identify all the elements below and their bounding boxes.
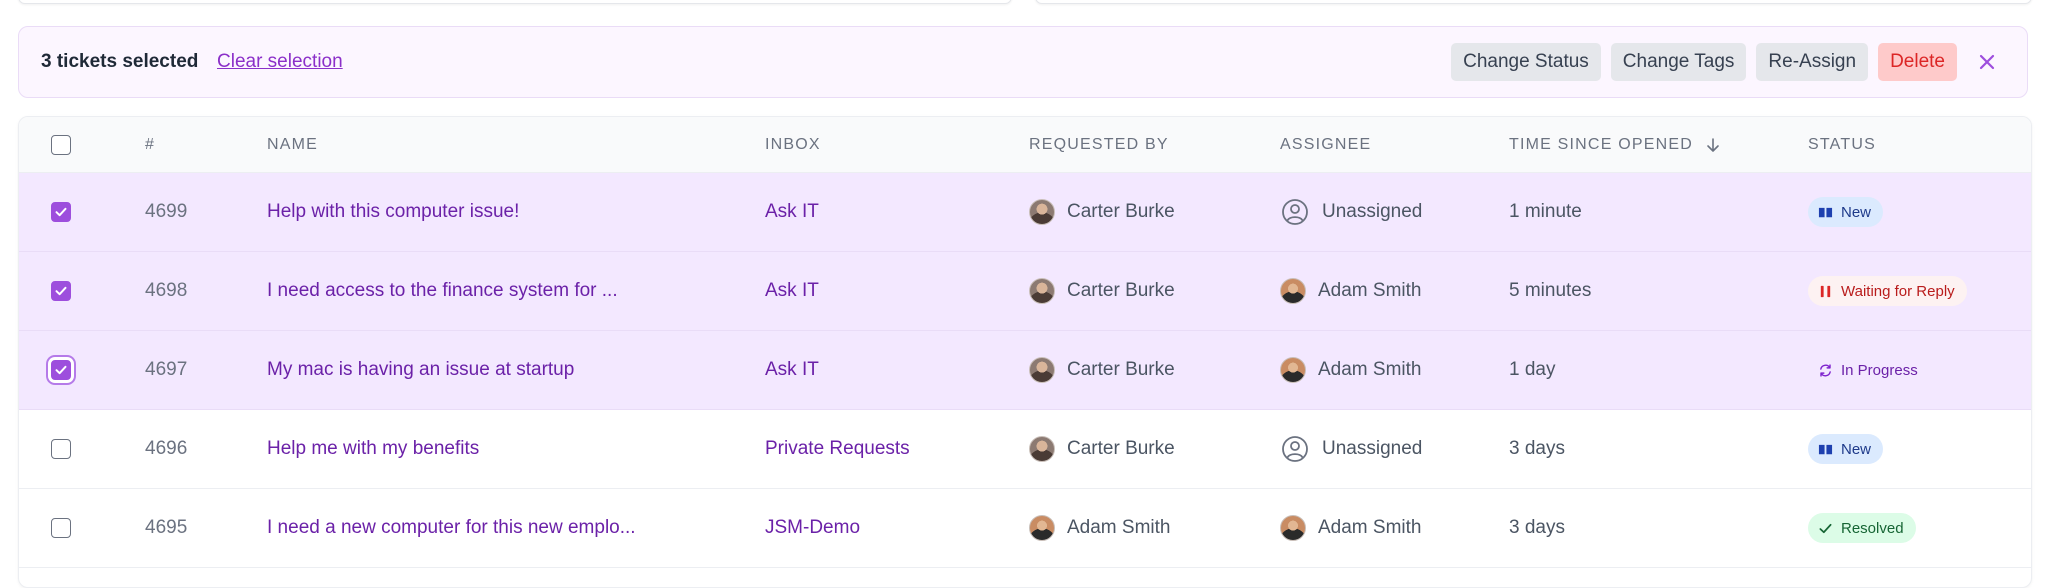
row-checkbox[interactable]: [51, 360, 71, 380]
check-icon: [55, 207, 67, 217]
avatar: [1029, 357, 1055, 383]
ticket-name-link[interactable]: Help me with my benefits: [267, 410, 479, 488]
status-label: Waiting for Reply: [1841, 282, 1955, 300]
time-since-opened: 3 days: [1509, 438, 1565, 459]
requester-name: Adam Smith: [1067, 517, 1171, 538]
refresh-icon: [1820, 363, 1831, 377]
row-checkbox[interactable]: [51, 518, 71, 538]
requester-name: Carter Burke: [1067, 438, 1175, 459]
check-icon: [55, 365, 67, 375]
top-panel-left: [18, 0, 1012, 4]
ticket-inbox[interactable]: JSM-Demo: [765, 489, 860, 567]
avatar: [1029, 515, 1055, 541]
row-checkbox[interactable]: [51, 439, 71, 459]
ticket-number: 4696: [145, 438, 188, 459]
delete-button[interactable]: Delete: [1878, 43, 1957, 81]
status-badge[interactable]: New: [1808, 197, 1884, 227]
top-panel-right: [1035, 0, 2032, 4]
ticket-number: 4699: [145, 201, 188, 222]
book-open-icon: [1818, 444, 1833, 454]
user-circle-icon: [1282, 199, 1308, 225]
check-icon: [1819, 523, 1832, 533]
status-badge[interactable]: In Progress: [1808, 355, 1930, 385]
avatar: [1280, 357, 1306, 383]
ticket-name-link[interactable]: Help with this computer issue!: [267, 173, 519, 251]
book-open-icon: [1818, 207, 1833, 217]
status-label: In Progress: [1841, 361, 1918, 379]
close-icon[interactable]: [1975, 50, 1999, 74]
ticket-number: 4697: [145, 359, 188, 380]
row-checkbox[interactable]: [51, 281, 71, 301]
ticket-name-link[interactable]: I need access to the finance system for …: [267, 252, 618, 330]
row-checkbox[interactable]: [51, 202, 71, 222]
time-since-opened: 5 minutes: [1509, 280, 1592, 301]
assignee-name: Adam Smith: [1318, 517, 1422, 538]
status-badge[interactable]: Resolved: [1808, 513, 1916, 543]
arrow-down-icon[interactable]: [1705, 137, 1721, 153]
table-row[interactable]: 4698 I need access to the finance system…: [19, 252, 2031, 331]
header-assignee[interactable]: ASSIGNEE: [1280, 117, 1371, 172]
bulk-actions: Change Status Change Tags Re-Assign Dele…: [1451, 43, 1957, 81]
tickets-table: # NAME INBOX REQUESTED BY ASSIGNEE TIME …: [18, 116, 2032, 588]
requester-name: Carter Burke: [1067, 359, 1175, 380]
user-circle-icon: [1282, 436, 1308, 462]
avatar: [1029, 199, 1055, 225]
avatar: [1029, 436, 1055, 462]
change-status-button[interactable]: Change Status: [1451, 43, 1601, 81]
status-label: New: [1841, 440, 1872, 458]
assignee-name: Adam Smith: [1318, 280, 1422, 301]
time-since-opened: 3 days: [1509, 517, 1565, 538]
requester-name: Carter Burke: [1067, 280, 1175, 301]
status-label: New: [1841, 203, 1872, 221]
table-row[interactable]: 4695 I need a new computer for this new …: [19, 489, 2031, 568]
time-since-opened: 1 minute: [1509, 201, 1582, 222]
assignee-name: Adam Smith: [1318, 359, 1422, 380]
header-number[interactable]: #: [145, 117, 155, 172]
bulk-selection-bar: 3 tickets selected Clear selection Chang…: [18, 26, 2028, 98]
reassign-button[interactable]: Re-Assign: [1756, 43, 1869, 81]
table-row[interactable]: 4699 Help with this computer issue! Ask …: [19, 173, 2031, 252]
check-icon: [55, 286, 67, 296]
time-since-opened: 1 day: [1509, 359, 1556, 380]
status-badge[interactable]: New: [1808, 434, 1884, 464]
ticket-inbox[interactable]: Ask IT: [765, 331, 819, 409]
ticket-number: 4695: [145, 517, 188, 538]
status-label: Resolved: [1841, 519, 1904, 537]
table-row[interactable]: 4697 My mac is having an issue at startu…: [19, 331, 2031, 410]
avatar: [1280, 515, 1306, 541]
header-time-since-opened[interactable]: TIME SINCE OPENED: [1509, 117, 1721, 172]
ticket-name-link[interactable]: My mac is having an issue at startup: [267, 331, 574, 409]
header-inbox[interactable]: INBOX: [765, 117, 821, 172]
table-header: # NAME INBOX REQUESTED BY ASSIGNEE TIME …: [19, 117, 2031, 173]
assignee-name: Unassigned: [1322, 438, 1423, 459]
select-all-checkbox[interactable]: [51, 134, 71, 155]
header-name[interactable]: NAME: [267, 117, 318, 172]
status-badge[interactable]: Waiting for Reply: [1808, 276, 1967, 306]
assignee-name: Unassigned: [1322, 201, 1423, 222]
ticket-inbox[interactable]: Ask IT: [765, 173, 819, 251]
ticket-inbox[interactable]: Ask IT: [765, 252, 819, 330]
change-tags-button[interactable]: Change Tags: [1610, 43, 1747, 81]
header-status[interactable]: STATUS: [1808, 117, 1876, 172]
ticket-inbox[interactable]: Private Requests: [765, 410, 910, 488]
header-time-label: TIME SINCE OPENED: [1509, 135, 1693, 153]
selection-count: 3 tickets selected: [41, 51, 199, 72]
header-requested-by[interactable]: REQUESTED BY: [1029, 117, 1169, 172]
requester-name: Carter Burke: [1067, 201, 1175, 222]
table-row[interactable]: 4696 Help me with my benefits Private Re…: [19, 410, 2031, 489]
avatar: [1280, 278, 1306, 304]
avatar: [1029, 278, 1055, 304]
pause-icon: [1820, 285, 1831, 297]
clear-selection-link[interactable]: Clear selection: [217, 51, 343, 73]
ticket-name-link[interactable]: I need a new computer for this new emplo…: [267, 489, 636, 567]
ticket-number: 4698: [145, 280, 188, 301]
